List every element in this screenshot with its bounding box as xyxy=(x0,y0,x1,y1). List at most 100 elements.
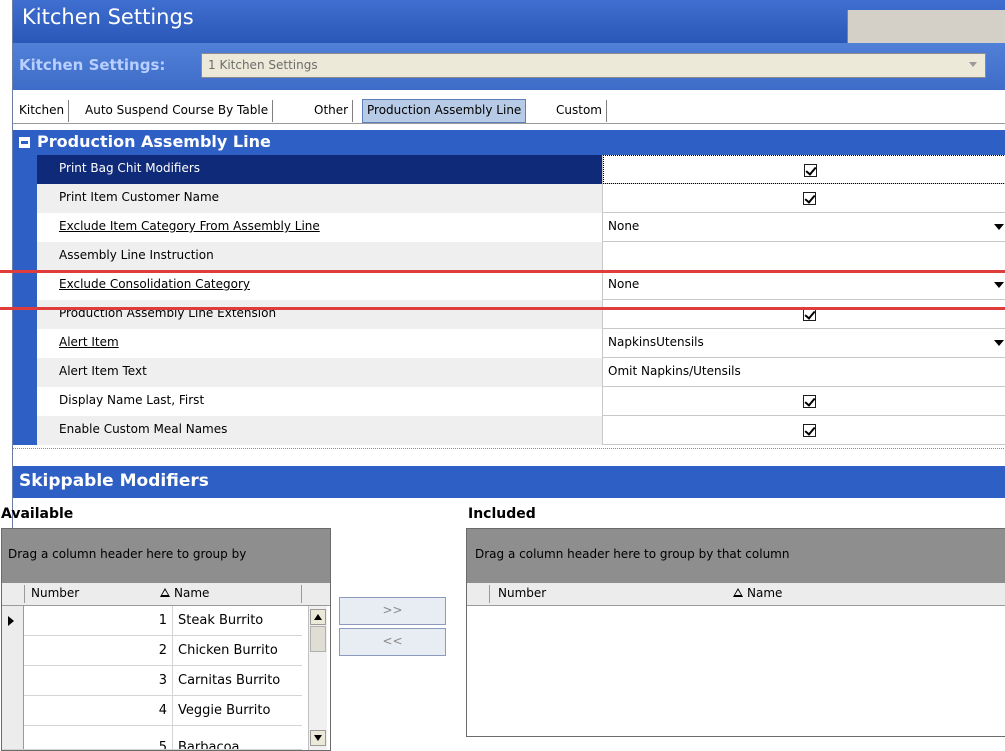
property-value[interactable] xyxy=(603,387,1005,416)
property-row[interactable]: Production Assembly Line Extension xyxy=(13,300,1005,329)
tab-other[interactable]: Other xyxy=(310,100,354,122)
property-name-link[interactable]: Exclude Consolidation Category xyxy=(59,277,250,291)
row-gutter xyxy=(13,300,37,329)
column-divider xyxy=(301,585,302,603)
property-value[interactable] xyxy=(603,184,1005,213)
alert-item-text-field[interactable]: Omit Napkins/Utensils xyxy=(603,358,1005,387)
property-row[interactable]: Print Item Customer Name xyxy=(13,184,1005,213)
scroll-up-icon[interactable] xyxy=(310,609,326,625)
property-row[interactable]: Display Name Last, First xyxy=(13,387,1005,416)
property-row[interactable]: Print Bag Chit Modifiers xyxy=(13,155,1005,184)
row-selector[interactable] xyxy=(2,726,24,749)
property-name[interactable]: Alert Item Text xyxy=(37,358,603,387)
chevron-down-icon[interactable] xyxy=(994,224,1004,230)
sort-ascending-icon xyxy=(733,588,743,597)
dropdown-value: NapkinsUtensils xyxy=(608,335,704,349)
row-selector[interactable] xyxy=(2,606,24,636)
property-row[interactable]: Exclude Item Category From Assembly Line… xyxy=(13,213,1005,242)
splitter[interactable] xyxy=(13,448,1005,466)
property-row[interactable]: Assembly Line Instruction xyxy=(13,242,1005,271)
add-to-included-button[interactable]: >> xyxy=(339,597,446,625)
skippable-modifiers-title: Skippable Modifiers xyxy=(19,471,209,491)
property-value[interactable] xyxy=(603,416,1005,445)
group-by-hint: Drag a column header here to group by th… xyxy=(475,547,790,561)
exclude-consolidation-category-dropdown[interactable]: None xyxy=(603,271,1005,300)
display-name-last-first-checkbox[interactable] xyxy=(803,395,816,408)
settings-selector-label: Kitchen Settings: xyxy=(19,56,166,74)
chevron-down-icon[interactable] xyxy=(994,282,1004,288)
property-name[interactable]: Print Item Customer Name xyxy=(37,184,603,213)
property-name[interactable]: Enable Custom Meal Names xyxy=(37,416,603,445)
settings-selector-dropdown[interactable]: 1 Kitchen Settings xyxy=(201,53,986,78)
settings-selector-value: 1 Kitchen Settings xyxy=(208,58,318,72)
row-gutter xyxy=(13,358,37,387)
property-row[interactable]: Alert Item Text Omit Napkins/Utensils xyxy=(13,358,1005,387)
print-item-customer-name-checkbox[interactable] xyxy=(803,192,816,205)
property-name[interactable]: Display Name Last, First xyxy=(37,387,603,416)
assembly-line-instruction-field[interactable] xyxy=(603,242,1005,271)
available-label: Available xyxy=(1,506,74,522)
tab-custom[interactable]: Custom xyxy=(552,100,607,122)
cell-name: Chicken Burrito xyxy=(172,636,297,666)
property-name[interactable]: Alert Item xyxy=(37,329,603,358)
group-by-area[interactable]: Drag a column header here to group by xyxy=(2,529,330,583)
column-header-number[interactable]: Number xyxy=(498,586,546,600)
included-grid: Drag a column header here to group by th… xyxy=(466,528,1005,737)
group-by-hint: Drag a column header here to group by xyxy=(8,547,247,561)
table-row[interactable]: 4 Veggie Burrito xyxy=(2,696,302,726)
table-row[interactable]: 3 Carnitas Burrito xyxy=(2,666,302,696)
tab-auto-suspend-course-by-table[interactable]: Auto Suspend Course By Table xyxy=(81,100,274,122)
print-bag-chit-modifiers-checkbox[interactable] xyxy=(804,164,817,177)
property-name[interactable]: Production Assembly Line Extension xyxy=(37,300,603,329)
enable-custom-meal-names-checkbox[interactable] xyxy=(803,424,816,437)
current-row-indicator-icon xyxy=(8,616,14,626)
column-divider xyxy=(489,585,490,603)
scroll-down-icon[interactable] xyxy=(310,730,326,746)
property-row[interactable]: Enable Custom Meal Names xyxy=(13,416,1005,445)
property-grid: Print Bag Chit Modifiers Print Item Cust… xyxy=(13,155,1005,445)
title-bar: Kitchen Settings xyxy=(13,0,1005,43)
window-title: Kitchen Settings xyxy=(22,5,194,29)
available-vertical-scrollbar[interactable] xyxy=(308,606,327,750)
column-header-name[interactable]: Name xyxy=(174,586,209,600)
property-name[interactable]: Assembly Line Instruction xyxy=(37,242,603,271)
property-value[interactable] xyxy=(603,300,1005,329)
column-header-name[interactable]: Name xyxy=(747,586,782,600)
property-name-link[interactable]: Alert Item xyxy=(59,335,119,349)
scrollbar-thumb[interactable] xyxy=(310,626,326,652)
row-gutter xyxy=(13,271,37,300)
alert-item-dropdown[interactable]: NapkinsUtensils xyxy=(603,329,1005,358)
property-name[interactable]: Exclude Item Category From Assembly Line xyxy=(37,213,603,242)
production-assembly-line-title: Production Assembly Line xyxy=(37,132,271,151)
table-row[interactable]: 2 Chicken Burrito xyxy=(2,636,302,666)
property-row[interactable]: Alert Item NapkinsUtensils xyxy=(13,329,1005,358)
table-row[interactable]: 1 Steak Burrito xyxy=(2,606,302,636)
row-gutter xyxy=(13,387,37,416)
row-selector[interactable] xyxy=(2,666,24,696)
property-value[interactable] xyxy=(603,155,1005,184)
tab-production-assembly-line[interactable]: Production Assembly Line xyxy=(362,99,527,123)
remove-from-included-button[interactable]: << xyxy=(339,628,446,656)
production-assembly-line-header: Production Assembly Line xyxy=(13,130,1005,155)
row-selector[interactable] xyxy=(2,636,24,666)
property-name[interactable]: Exclude Consolidation Category xyxy=(37,271,603,300)
group-by-area[interactable]: Drag a column header here to group by th… xyxy=(467,529,1005,583)
property-name[interactable]: Print Bag Chit Modifiers xyxy=(37,155,603,184)
exclude-item-category-dropdown[interactable]: None xyxy=(603,213,1005,242)
cell-number: 1 xyxy=(158,613,167,628)
collapse-icon[interactable] xyxy=(19,137,30,148)
chevron-down-icon xyxy=(969,62,977,67)
chevron-down-icon[interactable] xyxy=(994,340,1004,346)
property-name-link[interactable]: Exclude Item Category From Assembly Line xyxy=(59,219,320,233)
row-selector[interactable] xyxy=(2,696,24,726)
table-row[interactable]: 5 Barbacoa xyxy=(2,726,302,750)
tab-kitchen[interactable]: Kitchen xyxy=(15,100,70,122)
title-bar-right-panel xyxy=(847,10,1005,43)
cell-name: Veggie Burrito xyxy=(172,696,297,726)
cell-number: 3 xyxy=(158,673,167,688)
cell-number: 4 xyxy=(158,703,167,718)
cell-name: Steak Burrito xyxy=(172,606,297,636)
sort-ascending-icon xyxy=(160,588,170,597)
property-row[interactable]: Exclude Consolidation Category None xyxy=(13,271,1005,300)
column-header-number[interactable]: Number xyxy=(31,586,79,600)
